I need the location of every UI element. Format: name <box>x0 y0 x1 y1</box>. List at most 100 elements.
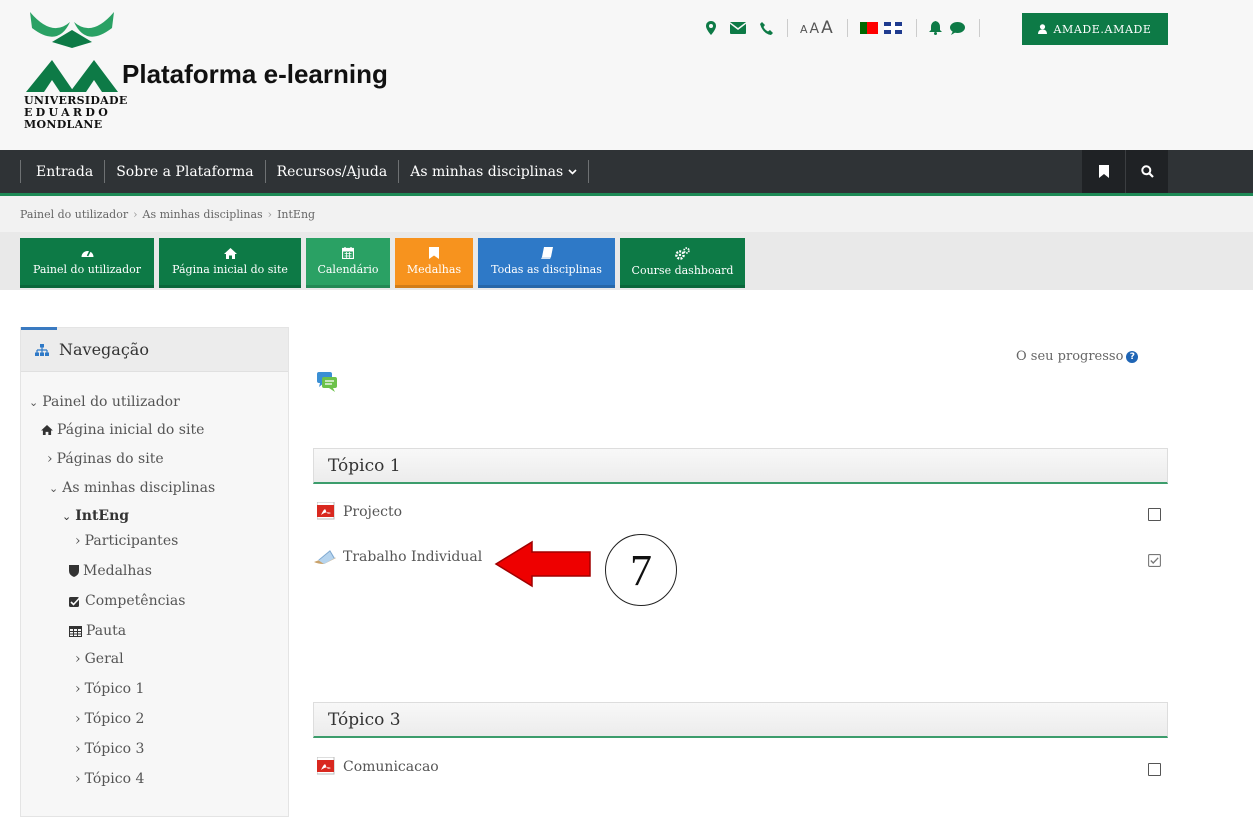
breadcrumb-item[interactable]: As minhas disciplinas <box>143 208 263 221</box>
nav-tree-item-my-courses[interactable]: ⌄ As minhas disciplinas <box>49 480 215 496</box>
nav-tree-label: Participantes <box>84 533 179 549</box>
navbar-right-tools <box>1082 150 1168 193</box>
nav-tree-item-site-pages[interactable]: › Páginas do site <box>47 451 164 467</box>
nav-item-sobre[interactable]: Sobre a Plataforma <box>104 160 264 183</box>
quick-button-all-courses[interactable]: Todas as disciplinas <box>478 238 615 288</box>
nav-tree-label: Painel do utilizador <box>42 394 180 410</box>
pdf-icon <box>317 502 335 520</box>
nav-tree-item-site-home[interactable]: Página inicial do site <box>41 422 204 438</box>
home-icon <box>223 247 237 259</box>
pdf-icon <box>317 757 335 775</box>
phone-icon[interactable] <box>760 21 773 35</box>
quick-button-label: Painel do utilizador <box>32 263 142 276</box>
breadcrumb-item[interactable]: IntEng <box>277 208 315 221</box>
completion-checkbox-trabalho-individual[interactable] <box>1148 554 1161 567</box>
nav-tree-item-inteng[interactable]: ⌄ IntEng <box>62 508 129 524</box>
chat-bubble-icon[interactable] <box>949 21 965 35</box>
sitemap-icon <box>35 343 49 356</box>
nav-tree-label: Tópico 4 <box>84 771 145 787</box>
map-marker-icon[interactable] <box>706 21 716 35</box>
nav-tree-label: Pauta <box>86 623 127 639</box>
quick-button-dashboard[interactable]: Painel do utilizador <box>20 238 154 288</box>
activity-label: Comunicacao <box>343 758 439 775</box>
calendar-icon <box>342 247 354 259</box>
quick-button-label: Todas as disciplinas <box>491 263 602 276</box>
quick-button-label: Medalhas <box>406 263 462 276</box>
nav-tree-item-participants[interactable]: › Participantes <box>75 533 178 549</box>
nav-label: Sobre a Plataforma <box>116 163 254 180</box>
table-icon <box>69 625 82 637</box>
navigation-block-title: Navegação <box>59 340 149 359</box>
quick-button-course-dashboard[interactable]: Course dashboard <box>620 238 745 288</box>
font-small-button[interactable]: A <box>800 23 808 36</box>
section-header-topic-1[interactable]: Tópico 1 <box>313 448 1168 484</box>
nav-tree-item-grades[interactable]: Pauta <box>69 623 126 639</box>
activity-label: Projecto <box>343 503 403 520</box>
nav-item-minhas-disciplinas[interactable]: As minhas disciplinas <box>398 160 590 183</box>
top-utility-bar: A A A <box>706 16 992 40</box>
search-button[interactable] <box>1125 150 1168 193</box>
completion-checkbox-comunicacao[interactable] <box>1148 763 1161 776</box>
quick-button-calendar[interactable]: Calendário <box>306 238 390 288</box>
nav-tree-item-dashboard[interactable]: ⌄ Painel do utilizador <box>29 394 180 410</box>
breadcrumb-item[interactable]: Painel do utilizador <box>20 208 128 221</box>
nav-tree-item-general[interactable]: › Geral <box>75 651 124 667</box>
bell-icon[interactable] <box>928 21 942 35</box>
annotation-arrow-icon <box>494 540 591 588</box>
quick-links-bar: Painel do utilizador Página inicial do s… <box>0 232 1253 290</box>
chevron-right-icon: › <box>47 451 53 467</box>
chevron-right-icon: › <box>75 771 81 787</box>
chevron-right-icon: › <box>75 681 81 697</box>
book-icon <box>540 247 553 259</box>
nav-tree-label: Competências <box>85 593 186 609</box>
font-medium-button[interactable]: A <box>810 21 820 37</box>
logo-line-3: MONDLANE <box>24 118 103 131</box>
navigation-block: Navegação ⌄ Painel do utilizador Página i… <box>20 327 289 817</box>
font-size-controls[interactable]: A A A <box>800 18 833 38</box>
nav-tree-label: Tópico 1 <box>84 681 145 697</box>
nav-tree-item-topic-1[interactable]: › Tópico 1 <box>75 681 144 697</box>
nav-label: As minhas disciplinas <box>410 163 564 180</box>
section-header-topic-3[interactable]: Tópico 3 <box>313 702 1168 738</box>
cogs-icon <box>675 246 690 260</box>
breadcrumb-separator: › <box>267 207 273 221</box>
site-header: UNIVERSIDADE EDUARDO MONDLANE Plataforma… <box>0 0 1253 150</box>
nav-item-entrada[interactable]: Entrada <box>20 160 104 183</box>
nav-tree-label: As minhas disciplinas <box>62 480 216 496</box>
chevron-down-icon: ⌄ <box>29 395 39 409</box>
nav-tree-item-topic-4[interactable]: › Tópico 4 <box>75 771 144 787</box>
nav-tree-label: IntEng <box>75 508 130 524</box>
quick-button-medalhas[interactable]: Medalhas <box>395 238 473 288</box>
user-icon <box>1038 24 1048 34</box>
activity-projecto[interactable]: Projecto <box>317 502 402 521</box>
font-large-button[interactable]: A <box>821 18 833 38</box>
nav-tree-label: Geral <box>84 651 124 667</box>
bookmark-button[interactable] <box>1082 150 1125 193</box>
nav-tree-item-competencies[interactable]: Competências <box>69 593 185 609</box>
section-title: Tópico 1 <box>328 455 401 476</box>
help-icon[interactable]: ? <box>1126 350 1139 363</box>
navigation-block-header[interactable]: Navegação <box>21 327 288 372</box>
chevron-down-icon: ⌄ <box>49 481 59 495</box>
forum-icon[interactable] <box>317 371 339 393</box>
envelope-icon[interactable] <box>730 22 746 34</box>
nav-tree-label: Medalhas <box>83 563 152 579</box>
site-title[interactable]: Plataforma e-learning <box>122 59 388 90</box>
activity-trabalho-individual[interactable]: Trabalho Individual <box>314 548 482 566</box>
nav-tree-item-topic-2[interactable]: › Tópico 2 <box>75 711 144 727</box>
flag-pt-icon[interactable] <box>859 22 878 34</box>
nav-tree-label: Páginas do site <box>56 451 164 467</box>
quick-button-home[interactable]: Página inicial do site <box>159 238 301 288</box>
completion-checkbox-projecto[interactable] <box>1148 508 1161 521</box>
flag-gb-icon[interactable] <box>883 22 902 34</box>
nav-tree-item-topic-3[interactable]: › Tópico 3 <box>75 741 144 757</box>
chevron-down-icon <box>568 168 577 175</box>
assignment-icon <box>314 550 336 564</box>
nav-item-recursos[interactable]: Recursos/Ajuda <box>264 160 399 183</box>
section-title: Tópico 3 <box>328 709 401 730</box>
activity-comunicacao[interactable]: Comunicacao <box>317 757 439 776</box>
logo-text: UNIVERSIDADE EDUARDO MONDLANE <box>24 95 128 131</box>
nav-tree-item-badges[interactable]: Medalhas <box>69 563 152 579</box>
user-menu-button[interactable]: AMADE.AMADE <box>1022 13 1168 45</box>
dashboard-icon <box>81 250 93 257</box>
